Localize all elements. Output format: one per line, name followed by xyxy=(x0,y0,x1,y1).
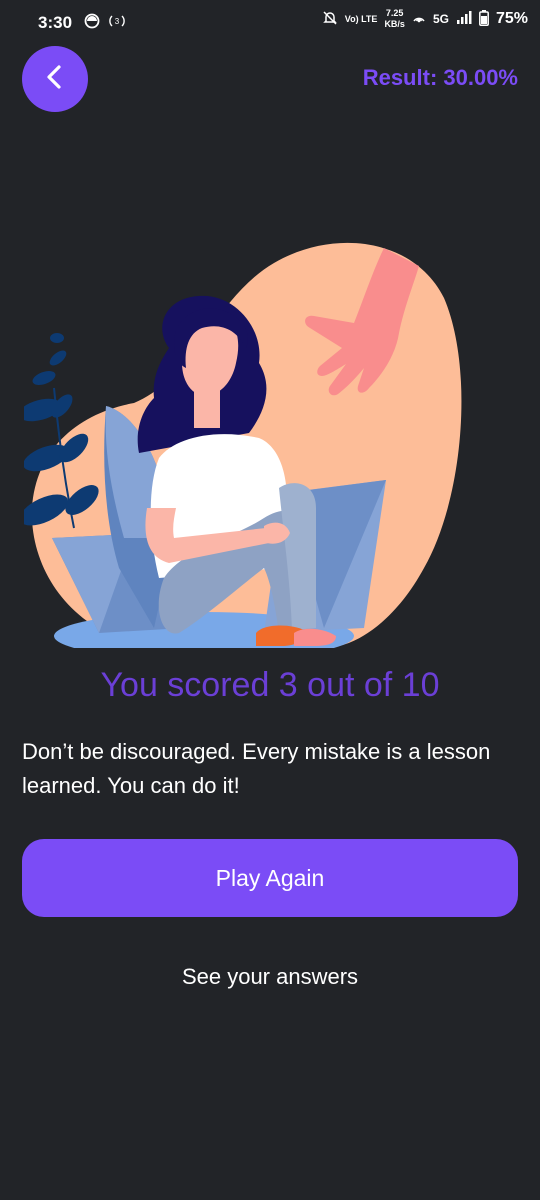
signal-icon xyxy=(456,10,472,28)
notification-icon xyxy=(84,13,100,34)
status-left-icons: 3 xyxy=(84,13,126,34)
play-again-button[interactable]: Play Again xyxy=(22,839,518,917)
battery-icon xyxy=(479,9,489,29)
status-right: Vo) LTE 7.25 KB/s 5G 75% xyxy=(322,8,528,30)
hotspot-status-icon xyxy=(412,11,426,28)
volte-indicator: Vo) LTE xyxy=(344,13,378,24)
mute-icon xyxy=(322,10,338,29)
chevron-left-icon xyxy=(42,64,68,95)
hotspot-icon: 3 xyxy=(108,13,126,34)
status-bar: 3:30 3 Vo) LTE 7.25 KB/s 5G 75% xyxy=(0,0,540,48)
speed-unit: KB/s xyxy=(384,19,405,29)
score-title: You scored 3 out of 10 xyxy=(100,666,440,704)
discouraged-person-illustration xyxy=(24,242,462,648)
see-answers-link[interactable]: See your answers xyxy=(0,964,540,990)
encouragement-message: Don’t be discouraged. Every mistake is a… xyxy=(22,739,491,798)
network-speed: 7.25 KB/s xyxy=(384,8,405,30)
result-percentage: Result: 30.00% xyxy=(362,65,518,90)
back-button[interactable] xyxy=(22,46,88,112)
svg-text:3: 3 xyxy=(115,17,120,26)
status-time: 3:30 xyxy=(38,13,73,32)
network-type: 5G xyxy=(432,12,449,26)
speed-value: 7.25 xyxy=(385,8,404,18)
battery-percent: 75% xyxy=(495,10,528,27)
